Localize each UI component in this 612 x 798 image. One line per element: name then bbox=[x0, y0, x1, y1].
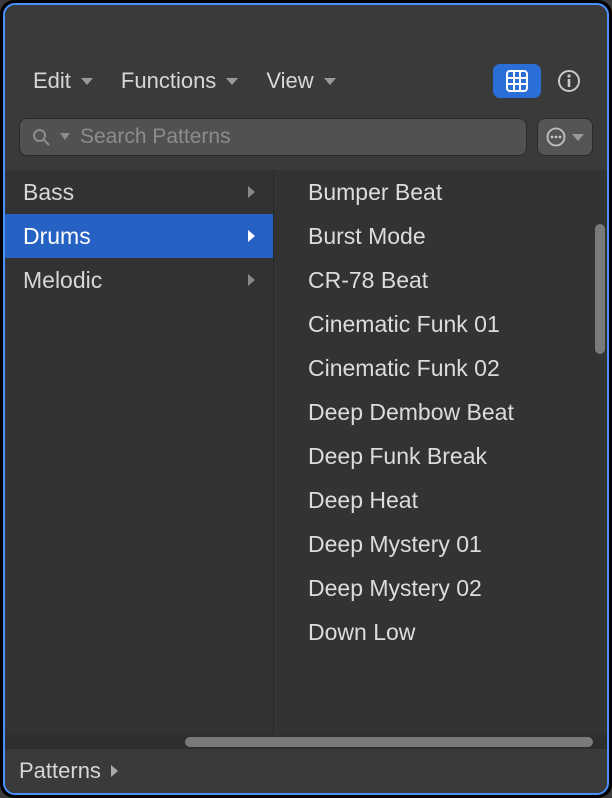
pattern-item[interactable]: Burst Mode bbox=[308, 214, 607, 258]
vertical-scrollbar[interactable] bbox=[595, 224, 605, 354]
pattern-item[interactable]: Cinematic Funk 02 bbox=[308, 346, 607, 390]
category-item[interactable]: Bass bbox=[5, 170, 273, 214]
chevron-down-icon bbox=[60, 133, 70, 141]
pattern-item[interactable]: Bumper Beat bbox=[308, 170, 607, 214]
options-menu[interactable] bbox=[537, 118, 593, 156]
pattern-item[interactable]: Deep Mystery 01 bbox=[308, 522, 607, 566]
browser-content: Bass Drums Melodic Bumper BeatBurst ModeCR… bbox=[5, 170, 607, 735]
chevron-right-icon bbox=[111, 765, 118, 777]
category-column: Bass Drums Melodic bbox=[5, 170, 273, 735]
search-row bbox=[5, 108, 607, 170]
pattern-item[interactable]: Deep Funk Break bbox=[308, 434, 607, 478]
search-input[interactable] bbox=[80, 125, 514, 149]
pattern-browser-panel: Edit Functions View bbox=[3, 3, 609, 795]
search-field[interactable] bbox=[19, 118, 527, 156]
pattern-item[interactable]: Deep Mystery 02 bbox=[308, 566, 607, 610]
chevron-down-icon bbox=[324, 78, 336, 85]
view-menu-label: View bbox=[266, 68, 313, 94]
breadcrumb-bar: Patterns bbox=[5, 749, 607, 793]
ellipsis-circle-icon bbox=[546, 127, 566, 147]
pattern-list[interactable]: Bumper BeatBurst ModeCR-78 BeatCinematic… bbox=[274, 170, 607, 735]
category-label: Melodic bbox=[23, 267, 102, 294]
pattern-item[interactable]: Deep Heat bbox=[308, 478, 607, 522]
grid-view-toggle[interactable] bbox=[493, 64, 541, 98]
breadcrumb-root[interactable]: Patterns bbox=[19, 758, 101, 784]
view-menu[interactable]: View bbox=[252, 60, 349, 102]
functions-menu-label: Functions bbox=[121, 68, 216, 94]
chevron-down-icon bbox=[572, 134, 584, 141]
toolbar: Edit Functions View bbox=[5, 60, 607, 108]
pattern-item[interactable]: Down Low bbox=[308, 610, 607, 654]
chevron-right-icon bbox=[248, 186, 255, 198]
top-gap bbox=[5, 5, 607, 60]
category-label: Bass bbox=[23, 179, 74, 206]
chevron-right-icon bbox=[248, 274, 255, 286]
search-icon bbox=[32, 128, 50, 146]
horizontal-scrollbar-track[interactable] bbox=[5, 735, 607, 749]
category-label: Drums bbox=[23, 223, 91, 250]
info-icon bbox=[557, 69, 581, 93]
chevron-down-icon bbox=[226, 78, 238, 85]
horizontal-scrollbar-thumb[interactable] bbox=[185, 737, 593, 747]
pattern-item[interactable]: Deep Dembow Beat bbox=[308, 390, 607, 434]
chevron-right-icon bbox=[248, 230, 255, 242]
edit-menu-label: Edit bbox=[33, 68, 71, 94]
chevron-down-icon bbox=[81, 78, 93, 85]
grid-icon bbox=[506, 70, 528, 92]
functions-menu[interactable]: Functions bbox=[107, 60, 252, 102]
category-item[interactable]: Drums bbox=[5, 214, 273, 258]
info-button[interactable] bbox=[545, 64, 593, 98]
pattern-column: Bumper BeatBurst ModeCR-78 BeatCinematic… bbox=[274, 170, 607, 735]
edit-menu[interactable]: Edit bbox=[19, 60, 107, 102]
category-item[interactable]: Melodic bbox=[5, 258, 273, 302]
pattern-item[interactable]: CR-78 Beat bbox=[308, 258, 607, 302]
pattern-item[interactable]: Cinematic Funk 01 bbox=[308, 302, 607, 346]
